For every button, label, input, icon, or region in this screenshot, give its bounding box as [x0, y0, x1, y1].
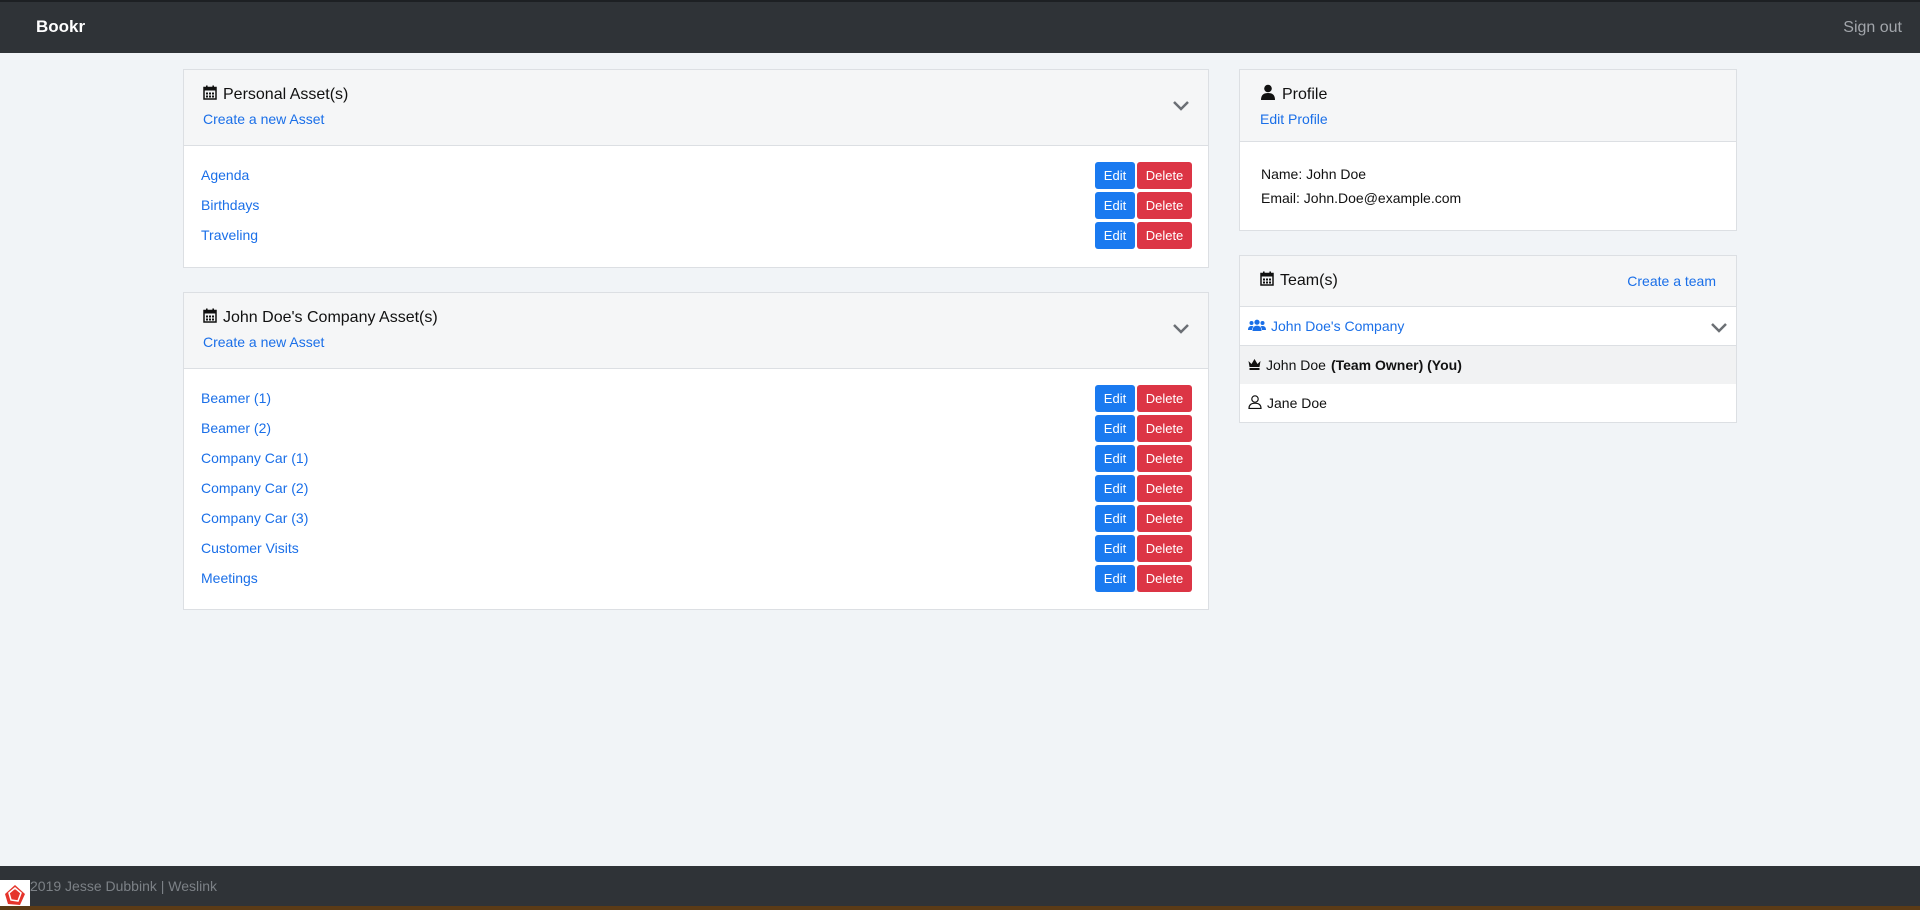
asset-row: Company Car (2) Edit Delete — [201, 473, 1192, 503]
top-navbar: Bookr Sign out — [0, 0, 1920, 53]
asset-link[interactable]: Meetings — [201, 570, 258, 586]
asset-row: Meetings Edit Delete — [201, 563, 1192, 593]
profile-email: Email: John.Doe@example.com — [1261, 190, 1462, 206]
edit-button[interactable]: Edit — [1095, 504, 1135, 532]
calendar-icon — [203, 85, 217, 105]
edit-profile-link[interactable]: Edit Profile — [1260, 111, 1716, 127]
edit-button[interactable]: Edit — [1095, 384, 1135, 412]
teams-card: Team(s) Create a team John Doe's Company… — [1239, 255, 1737, 423]
asset-row: Customer Visits Edit Delete — [201, 533, 1192, 563]
asset-link[interactable]: Agenda — [201, 167, 249, 183]
company-assets-header: John Doe's Company Asset(s) Create a new… — [184, 293, 1208, 369]
asset-link[interactable]: Company Car (3) — [201, 510, 308, 526]
bottom-strip — [0, 906, 1920, 910]
edit-button[interactable]: Edit — [1095, 161, 1135, 189]
teams-title: Team(s) — [1280, 272, 1338, 289]
asset-row: Company Car (1) Edit Delete — [201, 443, 1192, 473]
user-icon — [1260, 84, 1276, 105]
team-member: Jane Doe — [1240, 384, 1736, 422]
footer-text: 2019 Jesse Dubbink | Weslink — [30, 878, 218, 894]
asset-link[interactable]: Beamer (1) — [201, 390, 271, 406]
chevron-down-icon[interactable] — [1710, 320, 1728, 336]
edit-button[interactable]: Edit — [1095, 191, 1135, 219]
asset-row: Company Car (3) Edit Delete — [201, 503, 1192, 533]
edit-button[interactable]: Edit — [1095, 221, 1135, 249]
asset-row: Beamer (1) Edit Delete — [201, 383, 1192, 413]
delete-button[interactable]: Delete — [1137, 221, 1192, 249]
edit-button[interactable]: Edit — [1095, 474, 1135, 502]
profile-title: Profile — [1282, 85, 1328, 103]
edit-button[interactable]: Edit — [1095, 564, 1135, 592]
users-icon — [1248, 318, 1266, 334]
calendar-icon — [203, 308, 217, 328]
asset-row: Beamer (2) Edit Delete — [201, 413, 1192, 443]
create-team-link[interactable]: Create a team — [1627, 273, 1716, 289]
delete-button[interactable]: Delete — [1137, 534, 1192, 562]
calendar-icon — [1260, 271, 1274, 291]
team-member-owner: John Doe (Team Owner) (You) — [1240, 346, 1736, 384]
teams-header: Team(s) Create a team — [1240, 256, 1736, 307]
owner-tag: (Team Owner) (You) — [1330, 357, 1462, 373]
delete-button[interactable]: Delete — [1137, 384, 1192, 412]
edit-button[interactable]: Edit — [1095, 444, 1135, 472]
edit-button[interactable]: Edit — [1095, 414, 1135, 442]
user-outline-icon — [1248, 394, 1262, 412]
asset-row: Agenda Edit Delete — [201, 160, 1192, 190]
team-name-link[interactable]: John Doe's Company — [1271, 318, 1404, 334]
chevron-down-icon[interactable] — [1172, 98, 1190, 115]
edit-button[interactable]: Edit — [1095, 534, 1135, 562]
company-asset-list: Beamer (1) Edit Delete Beamer (2) Edit Del… — [184, 369, 1208, 593]
personal-asset-list: Agenda Edit Delete Birthdays Edit Delete T… — [184, 146, 1208, 250]
create-company-asset-link[interactable]: Create a new Asset — [203, 334, 1189, 350]
owner-name: John Doe — [1266, 357, 1326, 373]
footer: 2019 Jesse Dubbink | Weslink — [0, 866, 1920, 910]
chevron-down-icon[interactable] — [1172, 321, 1190, 338]
asset-row: Traveling Edit Delete — [201, 220, 1192, 250]
delete-button[interactable]: Delete — [1137, 191, 1192, 219]
profile-card: Profile Edit Profile Name: John Doe Emai… — [1239, 69, 1737, 231]
profile-details: Name: John Doe Email: John.Doe@example.c… — [1240, 142, 1736, 230]
personal-assets-title: Personal Asset(s) — [223, 86, 349, 103]
delete-button[interactable]: Delete — [1137, 504, 1192, 532]
create-personal-asset-link[interactable]: Create a new Asset — [203, 111, 1189, 127]
team-row[interactable]: John Doe's Company — [1240, 307, 1736, 346]
personal-assets-header: Personal Asset(s) Create a new Asset — [184, 70, 1208, 146]
sign-out-link[interactable]: Sign out — [1843, 19, 1902, 37]
crown-icon — [1248, 357, 1261, 373]
profile-name: Name: John Doe — [1261, 166, 1367, 182]
brand-logo-text[interactable]: Bookr — [36, 17, 85, 37]
delete-button[interactable]: Delete — [1137, 161, 1192, 189]
asset-link[interactable]: Beamer (2) — [201, 420, 271, 436]
delete-button[interactable]: Delete — [1137, 564, 1192, 592]
delete-button[interactable]: Delete — [1137, 444, 1192, 472]
asset-link[interactable]: Birthdays — [201, 197, 259, 213]
personal-assets-card: Personal Asset(s) Create a new Asset Age… — [183, 69, 1209, 268]
asset-link[interactable]: Company Car (1) — [201, 450, 308, 466]
company-assets-card: John Doe's Company Asset(s) Create a new… — [183, 292, 1209, 610]
company-assets-title: John Doe's Company Asset(s) — [223, 309, 438, 326]
asset-link[interactable]: Company Car (2) — [201, 480, 308, 496]
asset-link[interactable]: Customer Visits — [201, 540, 299, 556]
delete-button[interactable]: Delete — [1137, 474, 1192, 502]
delete-button[interactable]: Delete — [1137, 414, 1192, 442]
asset-link[interactable]: Traveling — [201, 227, 258, 243]
profile-header: Profile Edit Profile — [1240, 70, 1736, 142]
member-name: Jane Doe — [1267, 395, 1327, 411]
asset-row: Birthdays Edit Delete — [201, 190, 1192, 220]
